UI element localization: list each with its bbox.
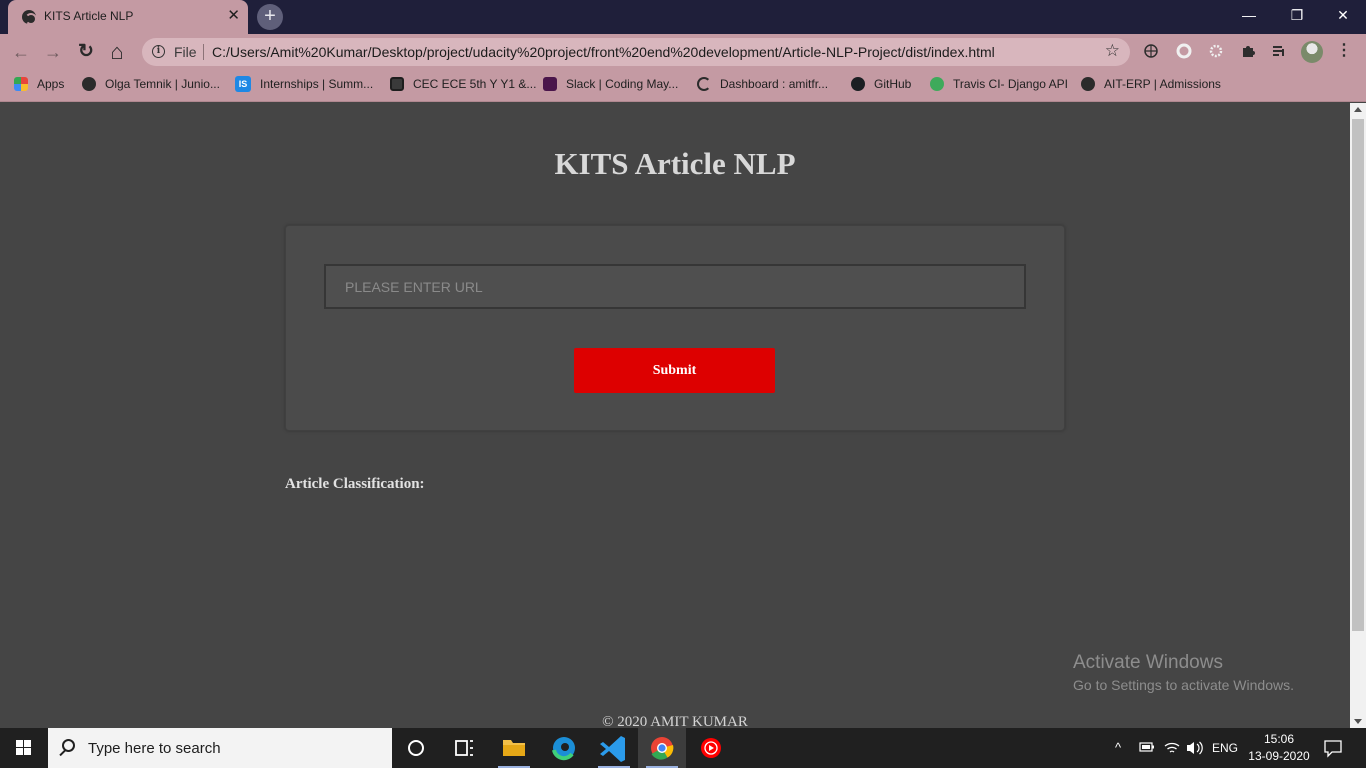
slack-icon — [543, 77, 557, 91]
bookmark-label: Olga Temnik | Junio... — [105, 77, 220, 91]
forward-button[interactable]: → — [40, 40, 66, 64]
github-icon — [851, 77, 865, 91]
tab-title: KITS Article NLP — [44, 9, 134, 23]
start-button[interactable] — [0, 728, 48, 768]
translate-extension-icon[interactable] — [1142, 43, 1160, 61]
apps-grid-icon — [14, 77, 28, 91]
classroom-icon — [390, 77, 404, 91]
bookmark-cec-ece[interactable]: CEC ECE 5th Y Y1 &... — [390, 70, 536, 98]
page-viewport: KITS Article NLP Submit Article Classifi… — [0, 103, 1350, 728]
bookmark-internships[interactable]: IS Internships | Summ... — [235, 70, 373, 98]
bookmark-star-icon[interactable]: ☆ — [1105, 41, 1120, 61]
bookmark-travis-ci[interactable]: Travis CI- Django API — [930, 70, 1068, 98]
bookmark-label: CEC ECE 5th Y Y1 &... — [413, 77, 537, 91]
bookmark-label: Apps — [37, 77, 65, 91]
restore-button[interactable]: ❐ — [1274, 4, 1320, 28]
is-icon: IS — [235, 76, 251, 92]
submit-button[interactable]: Submit — [574, 348, 775, 393]
clock-date: 13-09-2020 — [1248, 749, 1310, 763]
active-tab[interactable]: KITS Article NLP ✕ — [8, 0, 248, 34]
cortana-icon[interactable] — [392, 728, 440, 768]
bookmark-olga-temnik[interactable]: Olga Temnik | Junio... — [82, 70, 220, 98]
edge-icon[interactable] — [540, 728, 588, 768]
bookmark-github[interactable]: GitHub — [851, 70, 911, 98]
globe-icon — [1081, 77, 1095, 91]
globe-icon — [22, 10, 37, 25]
close-tab-icon[interactable]: ✕ — [227, 6, 240, 26]
bookmark-label: Slack | Coding May... — [566, 77, 679, 91]
new-tab-button[interactable]: + — [257, 4, 283, 30]
url-input[interactable] — [324, 264, 1026, 309]
site-info-icon[interactable]: i — [152, 45, 165, 58]
ring-extension-icon[interactable] — [1175, 43, 1193, 61]
page-scrollbar[interactable] — [1350, 103, 1366, 728]
bookmark-label: Dashboard : amitfr... — [720, 77, 829, 91]
bookmark-label: Internships | Summ... — [260, 77, 374, 91]
reload-button[interactable]: ↻ — [73, 40, 99, 64]
notifications-icon[interactable] — [1323, 728, 1343, 768]
url-text[interactable]: C:/Users/Amit%20Kumar/Desktop/project/ud… — [212, 44, 995, 60]
system-clock[interactable]: 15:06 13-09-2020 — [1242, 731, 1316, 765]
scroll-up-arrow-icon[interactable] — [1354, 107, 1362, 112]
tray-overflow-chevron-icon[interactable]: ^ — [1115, 728, 1121, 768]
address-bar[interactable]: i File C:/Users/Amit%20Kumar/Desktop/pro… — [142, 38, 1130, 66]
browser-toolbar: ← → ↻ ⌂ i File C:/Users/Amit%20Kumar/Des… — [0, 34, 1366, 70]
bookmark-dashboard[interactable]: Dashboard : amitfr... — [697, 70, 828, 98]
chrome-icon[interactable] — [638, 728, 686, 768]
bookmark-slack[interactable]: Slack | Coding May... — [543, 70, 678, 98]
bookmark-label: Travis CI- Django API — [953, 77, 1068, 91]
bookmark-label: AIT-ERP | Admissions — [1104, 77, 1221, 91]
dashboard-icon — [697, 77, 711, 91]
close-window-button[interactable]: ✕ — [1320, 4, 1366, 28]
taskbar-search-placeholder: Type here to search — [88, 740, 221, 757]
activate-windows-title: Activate Windows — [1073, 652, 1223, 673]
media-controls-icon[interactable] — [1270, 43, 1288, 61]
browser-menu-icon[interactable]: ⋮ — [1336, 42, 1352, 60]
travis-icon — [930, 77, 944, 91]
battery-icon[interactable] — [1139, 728, 1155, 768]
bookmarks-bar: Apps Olga Temnik | Junio... IS Internshi… — [0, 70, 1366, 102]
wifi-icon[interactable] — [1164, 728, 1180, 768]
home-button[interactable]: ⌂ — [104, 40, 130, 64]
url-form: Submit — [285, 225, 1065, 431]
gear-extension-icon[interactable] — [1207, 43, 1225, 61]
file-explorer-icon[interactable] — [490, 728, 538, 768]
scheme-label: File — [174, 44, 197, 60]
globe-icon — [82, 77, 96, 91]
bookmark-label: GitHub — [874, 77, 912, 91]
volume-icon[interactable] — [1186, 728, 1204, 768]
minimize-button[interactable]: — — [1226, 4, 1272, 28]
youtube-music-icon[interactable] — [688, 728, 736, 768]
bookmark-ait-erp[interactable]: AIT-ERP | Admissions — [1081, 70, 1221, 98]
windows-taskbar: Type here to search ^ ENG 15:06 13-09-20… — [0, 728, 1366, 768]
taskbar-search[interactable]: Type here to search — [48, 728, 392, 768]
scroll-thumb[interactable] — [1352, 119, 1364, 631]
extensions-puzzle-icon[interactable] — [1239, 43, 1257, 61]
scroll-down-arrow-icon[interactable] — [1354, 719, 1362, 724]
bookmark-apps[interactable]: Apps — [14, 70, 64, 98]
vscode-icon[interactable] — [590, 728, 638, 768]
page-footer: © 2020 AMIT KUMAR — [602, 714, 748, 728]
clock-time: 15:06 — [1263, 732, 1295, 746]
activate-windows-subtitle: Go to Settings to activate Windows. — [1073, 677, 1294, 693]
input-language[interactable]: ENG — [1212, 728, 1238, 768]
back-button[interactable]: ← — [8, 40, 34, 64]
page-title: KITS Article NLP — [554, 146, 796, 181]
omnibox-divider — [203, 44, 204, 60]
browser-titlebar: KITS Article NLP ✕ + — ❐ ✕ — [0, 0, 1366, 34]
profile-avatar[interactable] — [1301, 41, 1323, 63]
task-view-icon[interactable] — [440, 728, 488, 768]
search-icon — [62, 739, 75, 752]
article-classification-label: Article Classification: — [285, 476, 425, 492]
